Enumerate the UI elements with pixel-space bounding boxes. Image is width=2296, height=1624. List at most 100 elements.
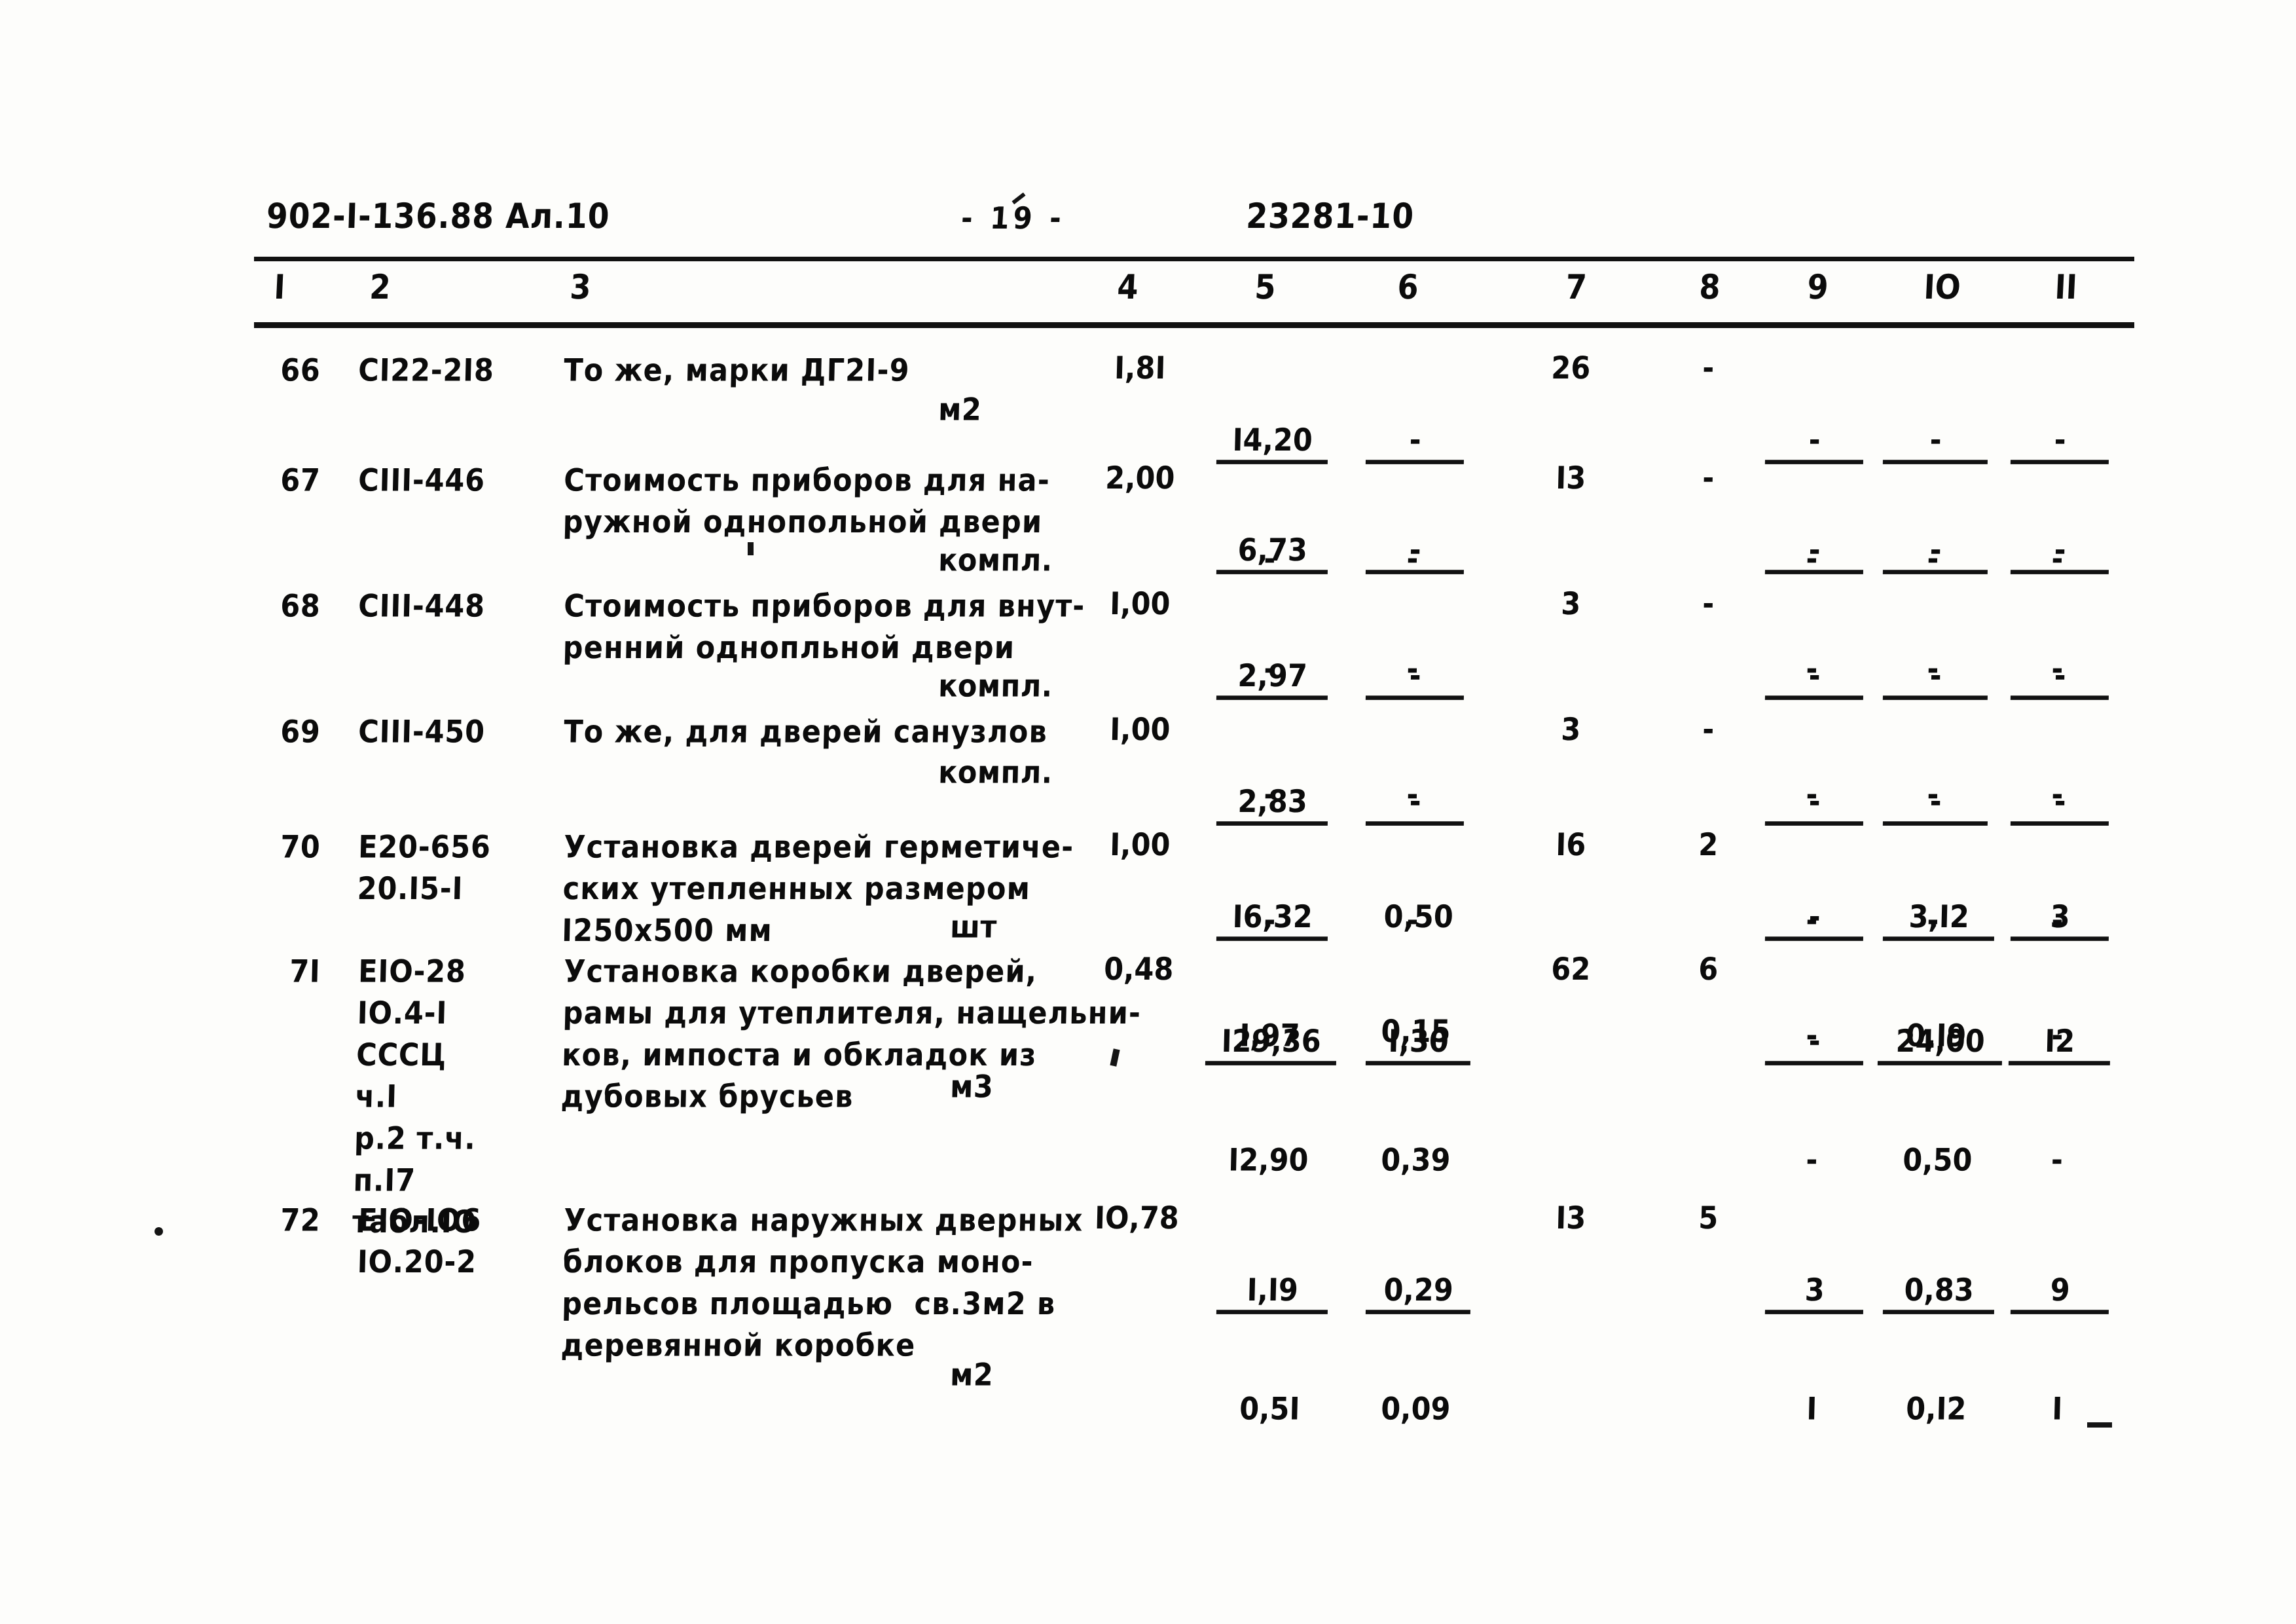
page-number: - 19 - <box>960 200 1066 236</box>
cell-col6-top: - <box>1365 657 1465 700</box>
row-code: CIII-448 <box>357 588 486 625</box>
cell-col11-top: - <box>2010 657 2110 700</box>
cell-col10-top: 3,I2 <box>1882 898 1995 941</box>
scan-artifact <box>748 542 754 555</box>
cell-col7: I6 <box>1555 827 1586 864</box>
cell-col8: 6 <box>1698 951 1719 988</box>
cell-col6-top: 0,50 <box>1383 899 1454 936</box>
cell-col11-top: - <box>2010 532 2110 574</box>
cell-col10-top: - <box>1882 422 1989 464</box>
column-header-7: 7 <box>1565 267 1588 307</box>
cell-col10-top: 24,00 <box>1877 1023 2003 1065</box>
table-top-rule <box>254 257 2134 261</box>
scan-artifact <box>2087 1422 2112 1428</box>
row-index: 70 <box>280 829 321 866</box>
cell-col6-top: - <box>1365 422 1465 464</box>
document-code: 902-I-136.88 Ал.10 <box>266 196 611 237</box>
scanned-document-sheet: 902-I-136.88 Ал.10 - 19 - 23281-10 I 2 3… <box>0 0 2296 1624</box>
cell-col10-top: - <box>1882 532 1989 574</box>
cell-col6-bottom: 0,39 <box>1380 1142 1451 1179</box>
cell-col4: I,00 <box>1109 586 1171 623</box>
cell-col10: 0,83 0,I2 <box>1878 1200 1997 1502</box>
row-description: Установка коробки дверей, рамы для утепл… <box>560 953 1142 1115</box>
column-header-9: 9 <box>1806 267 1830 307</box>
column-header-11: II <box>2054 267 2079 307</box>
cell-col4: 0,48 <box>1103 951 1175 988</box>
row-unit: компл. <box>938 542 1053 579</box>
cell-col6: 0,29 0,09 <box>1361 1200 1473 1502</box>
cell-col8: 2 <box>1698 827 1719 864</box>
cell-col9-top: - <box>1764 1023 1865 1065</box>
cell-col9-top: 3 <box>1764 1272 1865 1314</box>
row-description: Установка наружных дверных блоков для пр… <box>560 1202 1084 1364</box>
column-header-8: 8 <box>1698 267 1722 307</box>
row-description: Стоимость приборов для на- ружной однопо… <box>562 462 1051 541</box>
cell-col11-top: I2 <box>2008 1023 2111 1065</box>
cell-col5-bottom: I2,90 <box>1228 1142 1309 1179</box>
row-unit: м2 <box>938 392 982 428</box>
row-unit: м3 <box>949 1069 994 1105</box>
row-index: 72 <box>280 1202 321 1239</box>
cell-col5-top: I29,36 <box>1205 1023 1338 1065</box>
row-description: То же, марки ДГ2I-9 <box>563 352 911 389</box>
cell-col4: I,8I <box>1114 350 1167 387</box>
row-index: 66 <box>280 352 321 389</box>
cell-col7: 62 <box>1550 951 1591 988</box>
cell-col6-top: - <box>1365 532 1465 574</box>
row-index: 69 <box>280 714 321 750</box>
column-header-6: 6 <box>1396 267 1420 307</box>
column-header-3: 3 <box>569 267 592 307</box>
cell-col4: 2,00 <box>1104 460 1176 497</box>
scan-artifact <box>155 1227 163 1236</box>
cell-col11-top: 3 <box>2010 898 2110 941</box>
cell-col9-top: - <box>1764 657 1865 700</box>
cell-col11-top: - <box>2010 422 2110 464</box>
cell-col8: 5 <box>1698 1200 1719 1237</box>
row-unit: м2 <box>949 1357 994 1393</box>
row-description: Стоимость приборов для внут- ренний одно… <box>562 588 1086 667</box>
column-header-4: 4 <box>1116 267 1140 307</box>
row-code: CI22-2I8 <box>357 352 495 389</box>
column-header-1: I <box>273 267 287 307</box>
cell-col6-bottom: 0,09 <box>1380 1391 1451 1428</box>
row-unit: компл. <box>938 754 1053 791</box>
cell-col5-top: 2,97 <box>1216 657 1329 700</box>
cell-col11: 9 I <box>2006 1200 2111 1502</box>
column-header-10: IO <box>1923 267 1962 307</box>
cell-col9-top: - <box>1764 422 1865 464</box>
cell-col6-top: 0,29 <box>1365 1272 1472 1314</box>
row-unit: шт <box>949 909 998 946</box>
cell-col11-top: 9 <box>2010 1272 2110 1314</box>
cell-col5-top: I,I9 <box>1216 1272 1329 1314</box>
row-code: ЕIО-IО6 IО.20-2 <box>357 1202 482 1281</box>
cell-col5: I,I9 0,5I <box>1212 1200 1330 1502</box>
cell-col5-top: 6,73 <box>1216 532 1329 574</box>
table-header-rule <box>254 322 2134 328</box>
cell-col4: I,00 <box>1109 827 1171 864</box>
cell-col9-top: - <box>1764 783 1865 826</box>
document-header: 902-I-136.88 Ал.10 - 19 - 23281-10 <box>0 196 2296 242</box>
cell-col9-bottom: I <box>1806 1391 1818 1428</box>
column-header-5: 5 <box>1254 267 1277 307</box>
cell-col7: 3 <box>1560 712 1581 748</box>
row-unit: компл. <box>938 668 1053 705</box>
cell-col7: 3 <box>1560 586 1581 623</box>
cell-col7: I3 <box>1555 460 1586 497</box>
row-description: То же, для дверей санузлов <box>563 714 1048 750</box>
cell-col11-top: - <box>2010 783 2110 826</box>
cell-col11-bottom: - <box>2050 1142 2064 1179</box>
cell-col7: I3 <box>1555 1200 1586 1237</box>
row-code: CIII-450 <box>357 714 486 750</box>
cell-col5-bottom: 0,5I <box>1239 1391 1301 1428</box>
row-code: Е20-656 20.I5-I <box>357 829 492 908</box>
cell-col9-bottom: - <box>1805 1142 1818 1179</box>
row-index: 7I <box>289 953 321 990</box>
cell-col10-bottom: 0,50 <box>1902 1142 1973 1179</box>
column-header-2: 2 <box>369 267 392 307</box>
row-index: 68 <box>280 588 321 625</box>
cell-col10-top: - <box>1882 783 1989 826</box>
cell-col9-top: - <box>1764 532 1865 574</box>
cell-col10-bottom: 0,I2 <box>1905 1391 1967 1428</box>
cell-col6-top: - <box>1365 783 1465 826</box>
cell-col8: - <box>1702 350 1715 387</box>
